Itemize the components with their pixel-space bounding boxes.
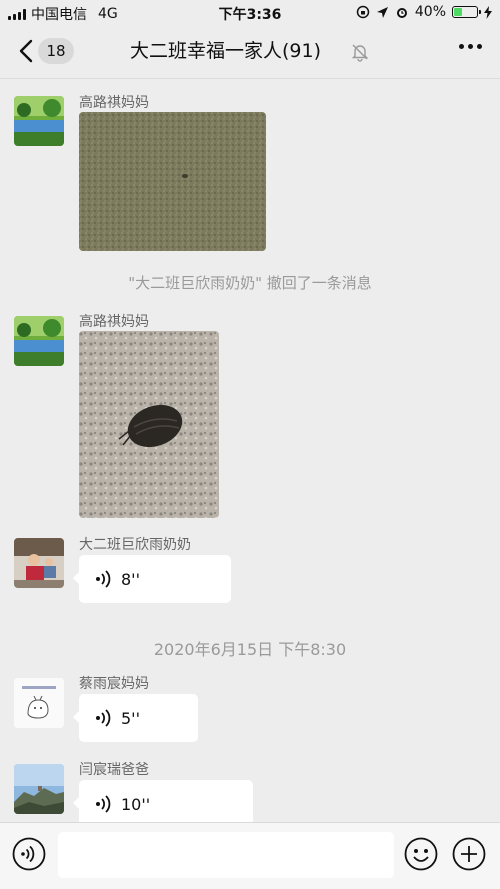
back-chevron-icon[interactable] [14,38,40,64]
more-options-icon[interactable] [459,44,482,49]
voice-duration: 10'' [121,794,151,814]
mute-bell-icon [351,44,369,62]
message-input[interactable] [58,832,394,878]
charging-icon [484,5,492,19]
recall-notice: "大二班巨欣雨奶奶" 撤回了一条消息 [128,274,372,292]
voice-input-icon[interactable] [12,837,46,871]
sender-name: 蔡雨宸妈妈 [79,676,149,692]
sender-name: 闫宸瑞爸爸 [79,762,149,778]
sender-name: 高路祺妈妈 [79,314,149,330]
plus-icon[interactable] [452,837,486,871]
voice-wave-icon [96,795,111,813]
sender-name: 高路祺妈妈 [79,95,149,111]
avatar[interactable] [14,678,64,728]
rotation-lock-icon [356,5,370,19]
status-bar: 中国电信 4G 下午3:36 40% [0,0,500,26]
voice-duration: 8'' [121,569,140,589]
alarm-icon [396,8,407,18]
avatar[interactable] [14,538,64,588]
sender-name: 大二班巨欣雨奶奶 [79,537,191,553]
voice-message[interactable]: 10'' [73,780,253,828]
voice-wave-icon [96,570,111,588]
voice-wave-icon [96,709,111,727]
battery-percent: 40% [414,4,446,20]
input-bar [0,822,500,889]
avatar[interactable] [14,96,64,146]
avatar[interactable] [14,316,64,366]
voice-message[interactable]: 5'' [73,694,198,742]
unread-count-badge[interactable]: 18 [38,38,74,64]
timestamp: 2020年6月15日 下午8:30 [153,640,347,659]
emoji-icon[interactable] [404,837,438,871]
chat-header: 18 大二班幸福一家人(91) [0,26,500,79]
battery-icon [452,6,481,18]
voice-duration: 5'' [121,708,140,728]
voice-message[interactable]: 8'' [73,555,231,603]
image-message[interactable] [79,331,219,518]
image-message[interactable] [79,112,266,251]
location-icon [376,6,388,18]
avatar[interactable] [14,764,64,814]
